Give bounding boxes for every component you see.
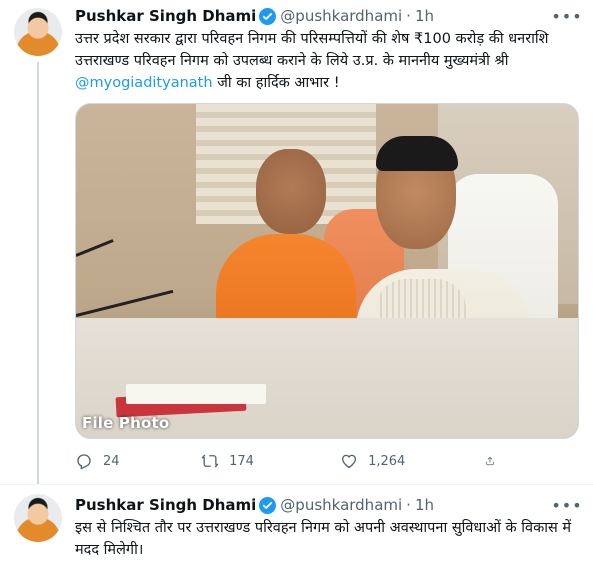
photo-caption: File Photo <box>82 414 170 432</box>
share-button[interactable] <box>485 452 505 470</box>
tweet-text: उत्तर प्रदेश सरकार द्वारा परिवहन निगम की… <box>75 28 575 94</box>
reply-count: 24 <box>103 453 120 469</box>
photo-microphone <box>76 289 174 317</box>
like-button[interactable]: 1,264 <box>340 452 485 470</box>
share-icon <box>486 456 494 466</box>
tweet-text: इस से निश्चित तौर पर उत्तराखण्ड परिवहन न… <box>75 520 572 558</box>
more-icon[interactable]: ••• <box>551 495 581 515</box>
tweet-timestamp[interactable]: 1h <box>415 496 434 514</box>
reply-button[interactable]: 24 <box>75 452 201 470</box>
separator-dot: · <box>406 7 411 25</box>
retweet-count: 174 <box>229 453 254 469</box>
retweet-button[interactable]: 174 <box>201 452 340 470</box>
mention-link[interactable]: @myogiadityanath <box>75 75 213 91</box>
tweet-actions: 24 174 1,264 <box>75 449 505 473</box>
more-icon[interactable]: ••• <box>551 6 581 26</box>
verified-badge-icon <box>259 7 277 25</box>
author-avatar[interactable] <box>14 494 62 542</box>
like-count: 1,264 <box>368 453 406 469</box>
photo-person-hair <box>376 136 458 171</box>
like-icon <box>342 454 357 469</box>
reply-icon <box>77 454 91 470</box>
tweet-header: Pushkar Singh Dhami @pushkardhami · 1h <box>75 495 434 515</box>
author-avatar[interactable] <box>14 8 62 56</box>
tweet-timestamp[interactable]: 1h <box>415 7 434 25</box>
verified-badge-icon <box>259 496 277 514</box>
photo-microphone <box>76 239 114 257</box>
tweet-text-part: उत्तर प्रदेश सरकार द्वारा परिवहन निगम की… <box>75 31 549 69</box>
tweet[interactable]: Pushkar Singh Dhami @pushkardhami · 1h •… <box>0 484 593 568</box>
author-name[interactable]: Pushkar Singh Dhami <box>75 7 256 25</box>
author-handle[interactable]: @pushkardhami <box>280 7 402 25</box>
author-name[interactable]: Pushkar Singh Dhami <box>75 496 256 514</box>
thread-line <box>37 62 39 484</box>
tweet-photo[interactable]: File Photo <box>75 103 579 439</box>
author-handle[interactable]: @pushkardhami <box>280 496 402 514</box>
tweet[interactable]: Pushkar Singh Dhami @pushkardhami · 1h •… <box>0 0 593 484</box>
photo-person-head <box>256 149 326 234</box>
separator-dot: · <box>406 496 411 514</box>
photo-paper <box>126 384 266 404</box>
tweet-header: Pushkar Singh Dhami @pushkardhami · 1h <box>75 6 434 26</box>
tweet-text-part: जी का हार्दिक आभार ! <box>212 75 340 91</box>
retweet-icon <box>201 454 219 468</box>
